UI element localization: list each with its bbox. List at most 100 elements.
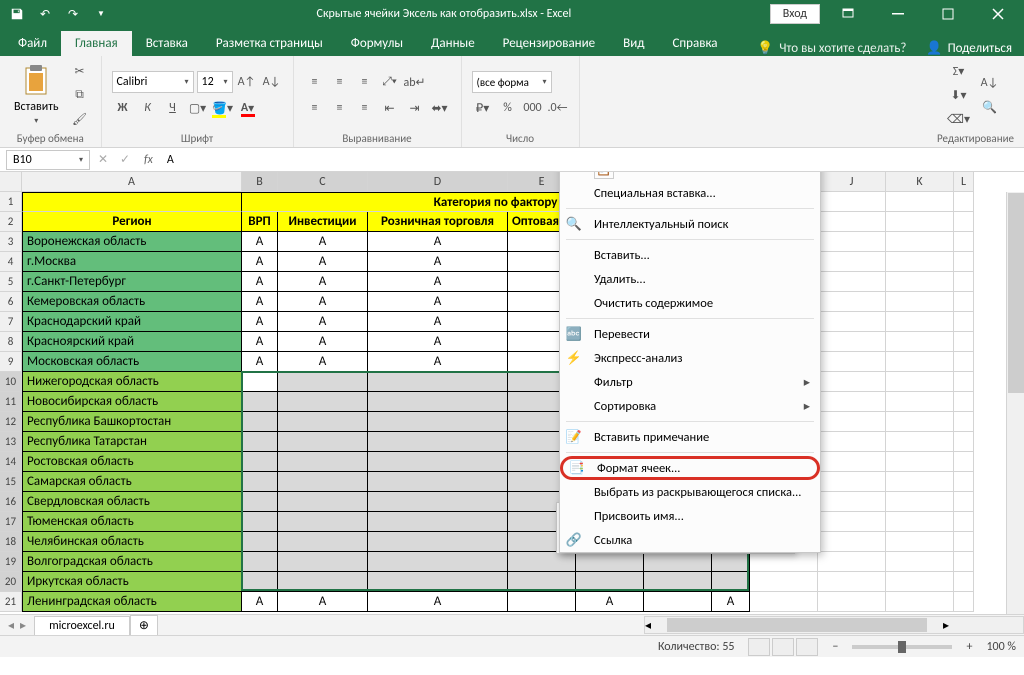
- cm-insert[interactable]: Вставить...: [560, 243, 820, 267]
- fill-color-button[interactable]: 🪣▾: [212, 97, 234, 119]
- redo-icon[interactable]: ↷: [62, 3, 84, 25]
- zoom-value[interactable]: 100 %: [986, 640, 1016, 654]
- fill-icon[interactable]: ⬇▾: [948, 84, 970, 106]
- number-format-combo[interactable]: (все форма▾: [472, 71, 552, 93]
- hscroll-thumb[interactable]: [667, 618, 927, 632]
- cm-delete[interactable]: Удалить...: [560, 267, 820, 291]
- cm-paste-default[interactable]: 📋: [560, 172, 820, 181]
- save-icon[interactable]: [6, 3, 28, 25]
- tab-help[interactable]: Справка: [658, 31, 731, 56]
- merge-icon[interactable]: ⬌▾: [429, 97, 451, 119]
- cm-link[interactable]: 🔗Ссылка: [560, 528, 820, 552]
- add-sheet-button[interactable]: ⊕: [130, 615, 158, 635]
- group-alignment: Выравнивание: [342, 130, 411, 145]
- wrap-text-icon[interactable]: ab↵: [404, 71, 426, 93]
- tab-home[interactable]: Главная: [61, 31, 132, 56]
- cm-translate[interactable]: 🔤Перевести: [560, 322, 820, 346]
- italic-button[interactable]: К: [137, 97, 159, 119]
- vertical-scrollbar[interactable]: [1006, 192, 1024, 614]
- tab-formulas[interactable]: Формулы: [337, 31, 417, 56]
- tab-file[interactable]: Файл: [4, 31, 61, 56]
- cm-sort[interactable]: Сортировка▸: [560, 394, 820, 418]
- cm-pick-list[interactable]: Выбрать из раскрывающегося списка...: [560, 480, 820, 504]
- cm-paste-special[interactable]: Специальная вставка...: [560, 181, 820, 205]
- percent-icon[interactable]: %: [497, 97, 519, 119]
- row-headers[interactable]: 123456789101112131415161718192021: [0, 192, 22, 612]
- share-button[interactable]: 👤Поделиться: [926, 41, 1012, 56]
- zoom-out[interactable]: −: [832, 640, 838, 654]
- formula-input[interactable]: A: [161, 153, 1024, 167]
- align-bottom-icon[interactable]: ≡: [354, 71, 376, 93]
- tab-data[interactable]: Данные: [417, 31, 489, 56]
- sheet-tab[interactable]: microexcel.ru: [34, 616, 130, 635]
- name-box[interactable]: B10▾: [6, 150, 90, 170]
- tab-layout[interactable]: Разметка страницы: [202, 31, 337, 56]
- border-button[interactable]: ▢▾: [187, 97, 209, 119]
- tab-view[interactable]: Вид: [609, 31, 658, 56]
- group-editing: Редактирование: [937, 130, 1014, 145]
- find-icon[interactable]: 🔍: [976, 96, 1004, 118]
- tab-nav[interactable]: ◂▸: [0, 618, 34, 633]
- font-color-button[interactable]: A▾: [237, 97, 259, 119]
- view-layout-icon[interactable]: [772, 638, 794, 656]
- clear-icon[interactable]: ⌫▾: [948, 108, 970, 130]
- underline-button[interactable]: Ч: [162, 97, 184, 119]
- bold-button[interactable]: Ж: [112, 97, 134, 119]
- close-icon[interactable]: [976, 0, 1020, 28]
- currency-icon[interactable]: ₽▾: [472, 97, 494, 119]
- align-top-icon[interactable]: ≡: [304, 71, 326, 93]
- scroll-thumb[interactable]: [1008, 193, 1024, 393]
- ribbon-tabs: Файл Главная Вставка Разметка страницы Ф…: [0, 28, 1024, 56]
- cm-quick-analysis[interactable]: ⚡Экспресс-анализ: [560, 346, 820, 370]
- zoom-in[interactable]: +: [966, 640, 972, 654]
- cm-format-cells[interactable]: 📑Формат ячеек...: [560, 456, 820, 480]
- login-button[interactable]: Вход: [770, 4, 820, 24]
- select-all-corner[interactable]: [0, 172, 22, 192]
- increase-indent-icon[interactable]: ⇥: [404, 97, 426, 119]
- tab-review[interactable]: Рецензирование: [489, 31, 609, 56]
- view-break-icon[interactable]: [796, 638, 818, 656]
- document-title: Скрытые ячейки Эксель как отобразить.xls…: [118, 7, 770, 21]
- ribbon-options-icon[interactable]: [826, 0, 870, 28]
- font-name-combo[interactable]: Calibri▾: [112, 71, 194, 93]
- increase-font-icon[interactable]: A↑: [236, 71, 258, 93]
- increase-decimal-icon[interactable]: .0←: [547, 97, 569, 119]
- decrease-indent-icon[interactable]: ⇤: [379, 97, 401, 119]
- enter-formula-icon[interactable]: ✓: [114, 149, 136, 171]
- cm-intel-search[interactable]: 🔍Интеллектуальный поиск: [560, 212, 820, 236]
- status-bar: Количество: 55 − + 100 %: [0, 635, 1024, 657]
- cm-filter[interactable]: Фильтр▸: [560, 370, 820, 394]
- align-middle-icon[interactable]: ≡: [329, 71, 351, 93]
- copy-icon[interactable]: ⧉: [69, 84, 91, 106]
- align-center-icon[interactable]: ≡: [329, 97, 351, 119]
- grid[interactable]: Категория по факторуРегионВРПИнвестицииР…: [22, 192, 974, 612]
- orientation-icon[interactable]: ⤢▾: [379, 71, 401, 93]
- fx-icon[interactable]: fx: [136, 153, 161, 167]
- tab-insert[interactable]: Вставка: [132, 31, 202, 56]
- format-painter-icon[interactable]: 🖌: [69, 108, 91, 130]
- qat-more-icon[interactable]: ▼: [90, 3, 112, 25]
- zoom-slider[interactable]: [852, 645, 952, 649]
- ribbon: Вставить▾ ✂ ⧉ 🖌 Буфер обмена Calibri▾ 12…: [0, 56, 1024, 148]
- column-headers[interactable]: ABCDEFGHIJKL: [22, 172, 974, 192]
- cm-define-name[interactable]: Присвоить имя...: [560, 504, 820, 528]
- align-right-icon[interactable]: ≡: [354, 97, 376, 119]
- cut-icon[interactable]: ✂: [69, 60, 91, 82]
- cm-clear[interactable]: Очистить содержимое: [560, 291, 820, 315]
- maximize-icon[interactable]: [926, 0, 970, 28]
- format-cells-icon: 📑: [567, 458, 587, 478]
- decrease-font-icon[interactable]: A↓: [261, 71, 283, 93]
- paste-button[interactable]: Вставить▾: [10, 64, 63, 126]
- undo-icon[interactable]: ↶: [34, 3, 56, 25]
- align-left-icon[interactable]: ≡: [304, 97, 326, 119]
- tell-me-search[interactable]: 💡Что вы хотите сделать?: [757, 41, 906, 56]
- horizontal-scrollbar[interactable]: ◂▸: [644, 616, 1024, 634]
- cm-comment[interactable]: 📝Вставить примечание: [560, 425, 820, 449]
- font-size-combo[interactable]: 12▾: [197, 71, 233, 93]
- sort-filter-icon[interactable]: A↓: [976, 72, 1004, 94]
- autosum-icon[interactable]: Σ▾: [948, 60, 970, 82]
- minimize-icon[interactable]: [876, 0, 920, 28]
- view-normal-icon[interactable]: [748, 638, 770, 656]
- cancel-formula-icon[interactable]: ✕: [92, 149, 114, 171]
- comma-icon[interactable]: 000: [522, 97, 544, 119]
